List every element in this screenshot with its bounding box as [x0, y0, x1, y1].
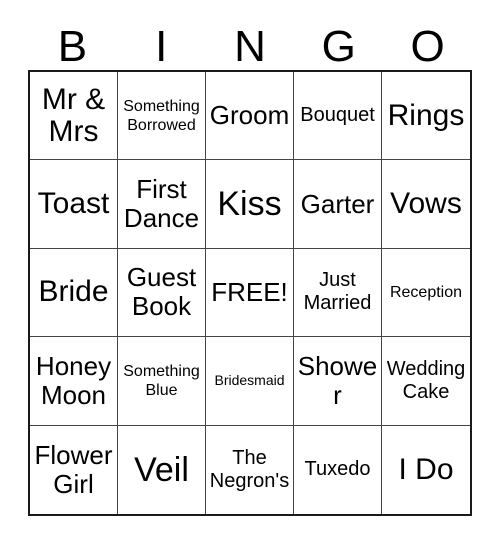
bingo-cell-label: Garter — [300, 188, 375, 219]
bingo-cell-label: Reception — [389, 283, 463, 301]
bingo-cell[interactable]: Reception — [382, 248, 470, 338]
bingo-cell[interactable]: Something Blue — [118, 337, 206, 426]
bingo-cell-label: Rings — [387, 98, 465, 132]
bingo-cell[interactable]: Shower — [294, 337, 382, 426]
bingo-header-letter-o: O — [410, 22, 445, 71]
bingo-header-letter-i: I — [155, 22, 168, 71]
bingo-cell-label: Toast — [37, 187, 110, 221]
bingo-cell[interactable]: I Do — [382, 425, 470, 514]
bingo-cell-label: I Do — [398, 452, 454, 486]
bingo-cell[interactable]: Kiss — [206, 160, 294, 249]
bingo-cell-label: Just Married — [303, 269, 372, 315]
bingo-cell[interactable]: Bouquet — [294, 72, 382, 161]
bingo-cell-label: Honey Moon — [35, 350, 112, 410]
bingo-cell[interactable]: Toast — [30, 160, 118, 249]
bingo-cell[interactable]: Veil — [118, 425, 206, 514]
bingo-cell-label: Kiss — [217, 185, 282, 224]
bingo-cell-label: Tuxedo — [304, 458, 371, 481]
bingo-cell[interactable]: Wedding Cake — [382, 337, 470, 426]
bingo-cell-label: Mr & Mrs — [41, 82, 106, 148]
bingo-cell-label: Wedding Cake — [386, 357, 466, 403]
bingo-cell-label: Shower — [297, 350, 378, 410]
bingo-cell-free-space[interactable]: FREE! — [206, 248, 294, 338]
bingo-cell[interactable]: Guest Book — [118, 248, 206, 338]
bingo-cell[interactable]: Just Married — [294, 248, 382, 338]
bingo-cell[interactable]: Mr & Mrs — [30, 72, 118, 161]
bingo-header-row: B I N G O — [28, 22, 472, 70]
bingo-cell[interactable]: Bridesmaid — [206, 337, 294, 426]
bingo-cell[interactable]: Rings — [382, 72, 470, 161]
bingo-cell[interactable]: Tuxedo — [294, 425, 382, 514]
bingo-cell[interactable]: Garter — [294, 160, 382, 249]
bingo-cell-label: Groom — [209, 100, 290, 131]
bingo-header-letter-g: G — [321, 22, 356, 71]
bingo-cell[interactable]: The Negron's — [206, 425, 294, 514]
bingo-cell[interactable]: Bride — [30, 248, 118, 338]
bingo-cell[interactable]: Something Borrowed — [118, 72, 206, 161]
bingo-cell-label: Something Blue — [123, 362, 200, 399]
bingo-cell[interactable]: Vows — [382, 160, 470, 249]
bingo-cell-label: Flower Girl — [34, 439, 113, 499]
bingo-cell-label: Guest Book — [126, 262, 197, 322]
bingo-cell-label: Vows — [390, 187, 462, 221]
bingo-card: B I N G O Mr & Mrs Something Borrowed Groo… — [0, 0, 500, 544]
bingo-grid: Mr & Mrs Something Borrowed Groom Bouquet Ri… — [28, 70, 472, 516]
bingo-cell-label: Bridesmaid — [214, 372, 285, 389]
bingo-cell[interactable]: First Dance — [118, 160, 206, 249]
bingo-cell-label: FREE! — [211, 276, 288, 307]
bingo-header-letter-b: B — [57, 22, 88, 71]
bingo-cell[interactable]: Groom — [206, 72, 294, 161]
bingo-cell-label: Bouquet — [300, 104, 375, 127]
bingo-cell-label: First Dance — [123, 174, 200, 234]
bingo-cell-label: Bride — [38, 275, 109, 309]
bingo-cell[interactable]: Flower Girl — [30, 425, 118, 514]
bingo-cell[interactable]: Honey Moon — [30, 337, 118, 426]
bingo-cell-label: Something Borrowed — [123, 97, 200, 134]
bingo-header-letter-n: N — [234, 22, 266, 71]
bingo-cell-label: The Negron's — [209, 446, 290, 492]
bingo-cell-label: Veil — [134, 450, 189, 489]
